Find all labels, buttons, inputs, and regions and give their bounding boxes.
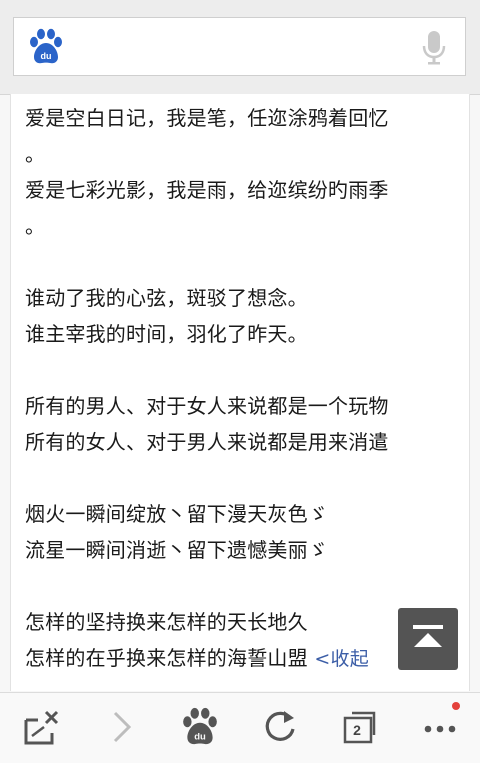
notification-dot — [452, 702, 460, 710]
more-menu-button[interactable] — [420, 707, 460, 747]
text-line: 。 — [25, 142, 46, 166]
text-line: 所有的男人、对于女人来说都是一个玩物 — [25, 394, 389, 418]
microphone-icon[interactable] — [421, 30, 447, 66]
text-line: 谁动了我的心弦，斑驳了想念。 — [25, 286, 308, 310]
text-line: 所有的女人、对于男人来说都是用来消遣 — [25, 430, 389, 454]
article-text: 爱是空白日记，我是笔，任迩涂鸦着回忆 。 爱是七彩光影，我是雨，给迩缤纷旳雨季 … — [25, 100, 465, 676]
article-content: 爱是空白日记，我是笔，任迩涂鸦着回忆 。 爱是七彩光影，我是雨，给迩缤纷旳雨季 … — [10, 94, 470, 691]
refresh-button[interactable] — [260, 707, 300, 747]
bottom-navigation: du 2 — [0, 692, 480, 763]
text-line: 爱是七彩光影，我是雨，给迩缤纷旳雨季 — [25, 178, 389, 202]
forward-arrow-icon — [113, 711, 132, 743]
refresh-icon — [265, 711, 295, 741]
collapse-link[interactable]: <收起 — [314, 648, 369, 670]
tabs-button[interactable]: 2 — [340, 707, 380, 747]
svg-text:du: du — [194, 732, 206, 743]
text-line: 流星一瞬间消逝丶留下遗憾美丽ゞ — [25, 538, 328, 562]
search-input[interactable]: du — [13, 17, 466, 76]
close-page-button[interactable] — [22, 707, 62, 747]
home-button[interactable]: du — [180, 707, 220, 747]
forward-button[interactable] — [101, 707, 141, 747]
scroll-to-top-button[interactable] — [398, 608, 458, 670]
text-line: 。 — [25, 214, 46, 238]
text-line: 烟火一瞬间绽放丶留下漫天灰色ゞ — [25, 502, 328, 526]
text-line: 谁主宰我的时间，羽化了昨天。 — [25, 322, 308, 346]
close-page-icon — [24, 710, 59, 745]
scroll-to-top-icon — [413, 625, 443, 647]
search-header: du — [0, 0, 480, 95]
text-line: 怎样的在乎换来怎样的海誓山盟 — [25, 646, 308, 670]
baidu-paw-icon: du — [30, 28, 62, 64]
svg-text:du: du — [41, 51, 52, 61]
text-line: 爱是空白日记，我是笔，任迩涂鸦着回忆 — [25, 106, 389, 130]
tab-count: 2 — [353, 722, 361, 738]
baidu-paw-icon: du — [183, 707, 217, 745]
more-menu-icon — [424, 725, 456, 733]
